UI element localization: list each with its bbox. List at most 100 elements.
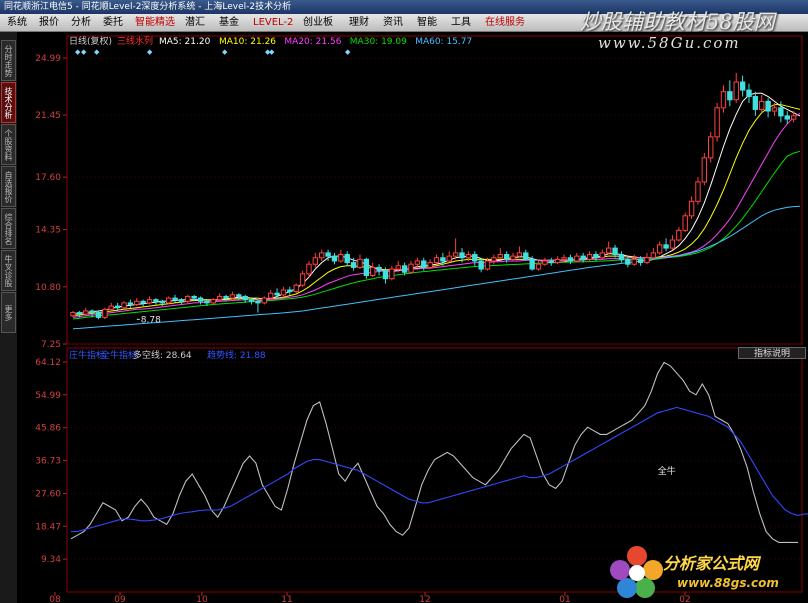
candle-body	[363, 258, 370, 276]
chart-area[interactable]: 24.99 21.45 17.60 14.35 10.80 7.25 日线(复权) 三线水列 M…	[17, 32, 808, 603]
candle-body	[389, 268, 395, 280]
candle-body	[612, 247, 618, 256]
candle-body	[701, 157, 708, 183]
candle-body	[267, 292, 274, 299]
candle-body	[503, 254, 510, 260]
candle-body	[70, 312, 76, 317]
flower-logo-icon	[610, 546, 663, 598]
sidebar-tab-2[interactable]: 个股资料	[1, 124, 16, 165]
candle-body	[790, 115, 797, 120]
candle-body	[319, 252, 325, 259]
candle-body	[376, 266, 382, 272]
candle-body	[778, 107, 784, 117]
candle-body	[752, 96, 759, 110]
menu-item-1[interactable]: 报价	[36, 15, 62, 30]
candle-body	[223, 295, 229, 299]
candle-body	[688, 200, 695, 217]
candle-body	[561, 257, 567, 260]
candle-body	[159, 300, 165, 304]
price-ytick-label: 24.99	[35, 54, 61, 64]
sidebar-tab-3[interactable]: 自选报价	[1, 166, 16, 207]
indicator-explain-button[interactable]: 指标说明	[738, 347, 806, 359]
candle-body	[421, 260, 427, 268]
menu-item-2[interactable]: 分析	[68, 15, 94, 30]
candle-body	[593, 254, 599, 259]
candle-body	[178, 299, 185, 302]
sidebar-tab-0[interactable]: 分时走势	[1, 40, 16, 81]
menu-item-7[interactable]: LEVEL-2	[250, 15, 296, 30]
candle-body	[287, 289, 293, 293]
ma-legend-MA30: MA30: 19.09	[350, 37, 407, 47]
candle-body	[401, 265, 408, 273]
candle-body	[414, 260, 421, 265]
signal-diamond-marker: ◆	[94, 48, 100, 56]
candle-body	[746, 89, 752, 98]
candle-body	[293, 284, 299, 293]
menu-item-3[interactable]: 委托	[100, 15, 126, 30]
candle-body	[299, 273, 306, 286]
candle-body	[605, 247, 612, 254]
signal-diamond-marker: ◆	[222, 48, 228, 56]
sidebar-tab-4[interactable]: 综合排名	[1, 208, 16, 249]
menu-item-4[interactable]: 智能精选	[132, 15, 178, 30]
candle-body	[261, 297, 268, 304]
candle-body	[708, 136, 714, 159]
indicator-legend-2: 多空线: 28.64	[133, 349, 192, 361]
menu-item-5[interactable]: 潜汇	[182, 15, 208, 30]
candle-body	[548, 260, 554, 264]
candle-body	[95, 312, 102, 318]
candle-body	[191, 295, 197, 299]
sidebar-tab-5[interactable]: 牛叉诊股	[1, 250, 16, 291]
ma-legend-MA10: MA10: 21.26	[219, 37, 276, 47]
candle-body	[146, 299, 153, 304]
candle-body	[216, 295, 223, 301]
candle-body	[382, 270, 389, 280]
sidebar-tab-1[interactable]: 技术分析	[1, 82, 16, 123]
candle-body	[127, 302, 134, 306]
candle-body	[433, 257, 440, 264]
signal-diamond-marker: ◆	[81, 48, 87, 56]
watermark-bottom-url: www.88gs.com	[677, 576, 779, 590]
menu-item-13[interactable]: 在线服务	[482, 15, 528, 30]
candle-body	[586, 254, 593, 260]
candle-body	[631, 258, 637, 265]
candle-body	[204, 300, 210, 304]
candle-body	[140, 300, 146, 304]
candle-body	[338, 254, 344, 262]
candle-body	[618, 254, 625, 260]
chart-svg[interactable]: 24.99 21.45 17.60 14.35 10.80 7.25 日线(复权) 三线水列 M…	[17, 32, 808, 603]
candle-body	[771, 107, 778, 112]
candle-body	[478, 260, 484, 270]
price-ytick-label: 10.80	[35, 283, 61, 293]
menu-item-11[interactable]: 智能	[414, 15, 440, 30]
watermark-top: 炒股辅助教材58股网 www.58Gu.com	[570, 0, 808, 62]
indicator-ytick-label: 45.86	[35, 424, 61, 434]
candle-body	[574, 255, 580, 262]
candle-body	[165, 297, 172, 304]
candle-body	[280, 289, 287, 296]
price-ytick-label: 17.60	[35, 173, 61, 183]
xtick-label-01: 01	[559, 595, 570, 603]
xtick-label-11: 11	[281, 595, 292, 603]
indicator-legend-3: 趋势线: 21.88	[207, 349, 266, 361]
xtick-label-08: 08	[49, 595, 61, 603]
candle-body	[682, 215, 688, 231]
candle-body	[121, 302, 127, 309]
candle-body	[102, 308, 108, 318]
ma-legend-MA20: MA20: 21.56	[284, 37, 341, 47]
menu-item-10[interactable]: 资讯	[380, 15, 406, 30]
indicator-annotation-0: 全牛	[658, 465, 676, 477]
menu-item-9[interactable]: 理财	[346, 15, 372, 30]
menu-item-12[interactable]: 工具	[448, 15, 474, 30]
sidebar-tab-6[interactable]: 更多	[1, 292, 16, 333]
candle-body	[83, 310, 89, 315]
candle-body	[229, 294, 236, 299]
ma-legend-MA60: MA60: 15.77	[415, 37, 472, 47]
candle-body	[325, 252, 331, 257]
menu-item-0[interactable]: 系统	[4, 15, 30, 30]
candle-body	[350, 262, 357, 268]
menu-item-6[interactable]: 基金	[216, 15, 242, 30]
candle-body	[210, 299, 216, 304]
menu-item-8[interactable]: 创业板	[300, 15, 336, 30]
watermark-bottom: 分析家公式网 www.88gs.com	[605, 540, 808, 603]
